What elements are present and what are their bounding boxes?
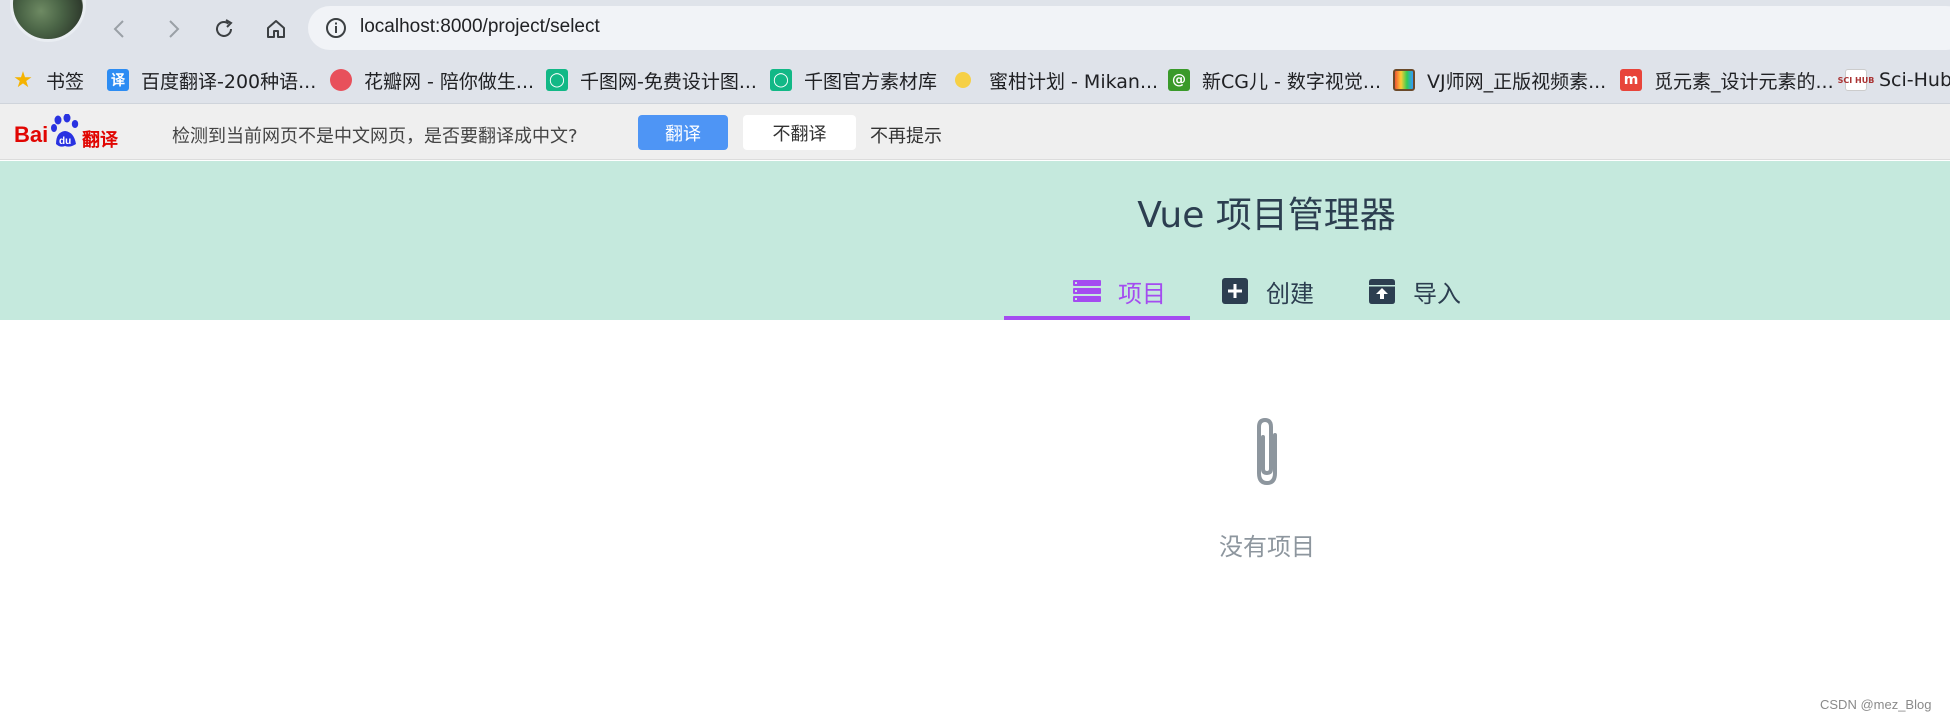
bookmark-qiantu[interactable]: ◯ 千图网-免费设计图... [546, 66, 757, 94]
plus-square-icon [1222, 278, 1248, 304]
list-icon [1073, 280, 1101, 302]
empty-state-text: 没有项目 [1219, 533, 1315, 561]
home-icon[interactable] [259, 12, 293, 46]
baidu-paw-icon: du [51, 114, 79, 147]
tab-projects[interactable]: 项目 [1072, 261, 1166, 321]
back-arrow-icon[interactable] [103, 12, 137, 46]
info-icon[interactable] [324, 16, 348, 40]
mi-icon: m [1620, 69, 1642, 91]
bookmark-label: 书签 [46, 70, 85, 93]
address-bar[interactable]: localhost:8000/project/select [308, 6, 1950, 50]
bookmark-vjshi[interactable]: VJ师网_正版视频素... [1393, 66, 1606, 94]
tv-icon [1393, 69, 1415, 91]
bookmark-shuqian[interactable]: ★ 书签 [12, 66, 84, 94]
bookmark-label: 觅元素_设计元素的... [1654, 70, 1834, 93]
bookmark-label: 蜜柑计划 - Mikan... [989, 70, 1159, 93]
paperclip-icon [1257, 417, 1277, 486]
huaban-icon [330, 69, 352, 91]
bookmark-cg[interactable]: @ 新CG儿 - 数字视觉... [1168, 66, 1381, 94]
bookmark-label: VJ师网_正版视频素... [1427, 70, 1607, 93]
bookmark-label: 花瓣网 - 陪你做生... [364, 70, 535, 93]
bookmark-label: Sci-Hub [1879, 69, 1950, 91]
reload-icon[interactable] [207, 12, 241, 46]
active-tab-indicator [1004, 316, 1190, 320]
svg-text:du: du [59, 136, 71, 147]
translate-icon: 译 [107, 69, 129, 91]
dont-show-again-link[interactable]: 不再提示 [870, 122, 942, 148]
bookmark-label: 千图官方素材库 [804, 70, 938, 93]
bookmark-mikan[interactable]: 蜜柑计划 - Mikan... [952, 66, 1158, 94]
qiantu-icon: ◯ [546, 69, 568, 91]
star-icon: ★ [13, 67, 33, 93]
bookmark-baidu-fanyi[interactable]: 译 百度翻译-200种语... [107, 66, 316, 94]
no-translate-button[interactable]: 不翻译 [743, 115, 856, 150]
forward-arrow-icon[interactable] [156, 12, 190, 46]
bookmarks-bar: ★ 书签 译 百度翻译-200种语... 花瓣网 - 陪你做生... ◯ 千图网… [0, 56, 1950, 104]
tab-import[interactable]: 导入 [1367, 261, 1461, 321]
translate-message: 检测到当前网页不是中文网页，是否要翻译成中文? [172, 126, 578, 147]
scihub-icon: SCI HUB [1838, 69, 1874, 91]
tab-label: 创建 [1266, 279, 1314, 308]
watermark: CSDN @mez_Blog [1820, 697, 1932, 712]
tab-label: 导入 [1413, 279, 1461, 308]
url-text[interactable]: localhost:8000/project/select [360, 16, 600, 38]
bookmark-label: 千图网-免费设计图... [580, 70, 757, 93]
logo-text: 翻译 [82, 130, 118, 151]
app-header: Vue 项目管理器 项目 创建 导入 [0, 161, 1950, 320]
translate-button[interactable]: 翻译 [638, 115, 728, 150]
logo-text: Bai [14, 122, 49, 147]
cg-icon: @ [1168, 69, 1190, 91]
bookmark-scihub[interactable]: SCI HUB Sci-Hub [1838, 66, 1950, 94]
import-box-icon [1369, 279, 1395, 304]
bookmark-qiantu-official[interactable]: ◯ 千图官方素材库 [770, 66, 937, 94]
translate-bar: Bai du 翻译 检测到当前网页不是中文网页，是否要翻译成中文? 翻译 不翻译… [0, 104, 1950, 160]
tab-create[interactable]: 创建 [1220, 261, 1314, 321]
bookmark-label: 新CG儿 - 数字视觉... [1202, 70, 1382, 93]
bookmark-miyuansu[interactable]: m 觅元素_设计元素的... [1620, 66, 1834, 94]
tab-label: 项目 [1118, 279, 1166, 308]
browser-toolbar: localhost:8000/project/select [0, 0, 1950, 56]
page-title: Vue 项目管理器 [1137, 195, 1396, 236]
baidu-fanyi-logo: Bai du 翻译 [14, 114, 124, 151]
bookmark-huaban[interactable]: 花瓣网 - 陪你做生... [330, 66, 534, 94]
bookmark-label: 百度翻译-200种语... [141, 70, 317, 93]
qiantu-icon: ◯ [770, 69, 792, 91]
profile-avatar[interactable] [10, 0, 86, 42]
mikan-icon [955, 72, 971, 88]
